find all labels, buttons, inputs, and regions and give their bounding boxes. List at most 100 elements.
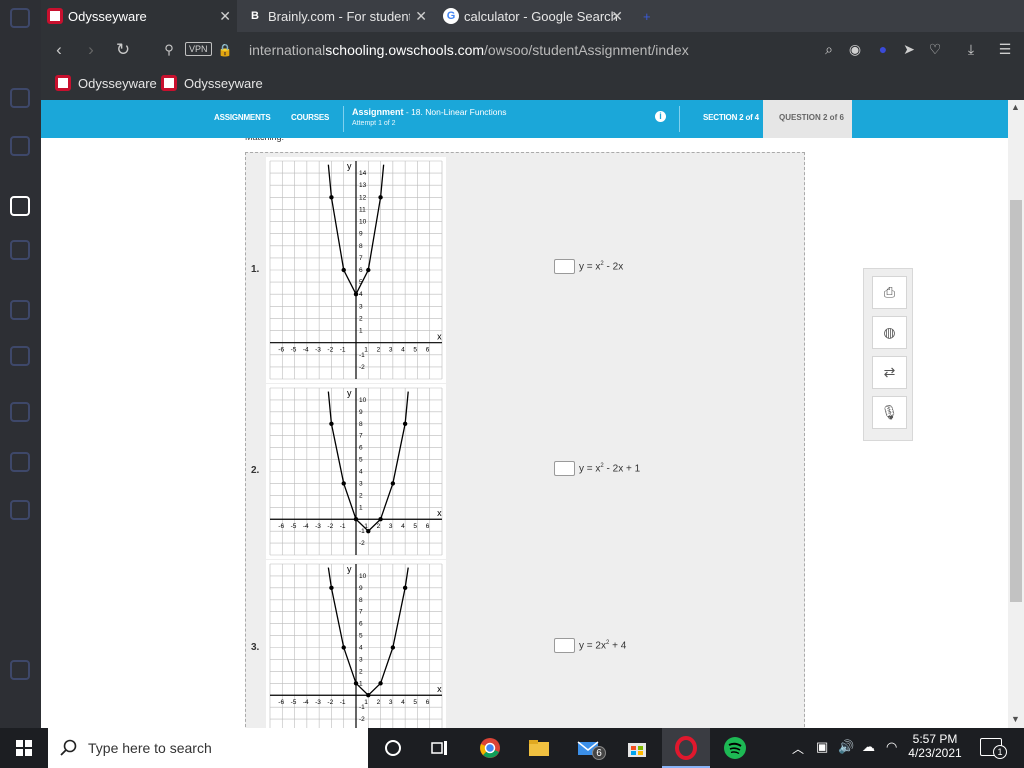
info-icon[interactable]: i (655, 111, 666, 122)
scroll-thumb[interactable] (1010, 200, 1022, 602)
y-tick-label: 9 (359, 409, 363, 416)
tab-odysseyware[interactable]: Odysseyware ✕ (41, 0, 237, 32)
player-icon[interactable] (10, 660, 30, 680)
answer-row-3: y = 2x2 + 4 (554, 638, 626, 653)
close-icon[interactable]: ✕ (415, 8, 427, 25)
assignments-link[interactable]: ASSIGNMENTS (214, 113, 271, 122)
page-scrollbar[interactable]: ▲ ▼ (1008, 100, 1024, 728)
browser-sidebar (0, 0, 41, 728)
onedrive-icon[interactable]: ☁ (862, 739, 875, 755)
answer-input[interactable] (554, 259, 575, 274)
close-icon[interactable]: ✕ (219, 8, 231, 25)
data-point (353, 292, 359, 297)
eq-rest: - 2x (603, 261, 624, 273)
x-tick-label: -5 (291, 523, 297, 530)
brainly-icon: B (251, 10, 259, 22)
opera-taskbar-button[interactable] (662, 728, 710, 768)
x-tick-label: -6 (278, 699, 284, 706)
cortana-icon[interactable] (381, 736, 405, 760)
settings-icon[interactable] (10, 500, 30, 520)
send-icon[interactable] (10, 346, 30, 366)
taskbar-search[interactable]: Type here to search (48, 728, 368, 768)
page-content: Matching: 1. xy-6-5-4-3-2-11234561413121… (41, 100, 1008, 728)
whatsapp-icon[interactable] (10, 300, 30, 320)
vpn-badge[interactable]: VPN (185, 42, 212, 56)
history-icon[interactable] (10, 402, 30, 422)
windows-taskbar: Type here to search 6 ︿ ▣ 🔊 ☁ ◠ 5:57 PM … (0, 728, 1024, 768)
easy-setup-icon[interactable]: ☰ (997, 41, 1013, 57)
bookmark-odysseyware[interactable]: Odysseyware (55, 75, 157, 91)
reload-icon[interactable]: ↻ (113, 40, 133, 60)
answer-input[interactable] (554, 638, 575, 653)
store-icon[interactable] (625, 736, 649, 760)
y-tick-label: 2 (359, 492, 363, 499)
snapshot-icon[interactable]: ◉ (847, 41, 863, 57)
wifi-icon[interactable]: ◠ (886, 739, 897, 755)
search-icon[interactable]: ⚲ (159, 40, 179, 60)
url-field[interactable]: internationalschooling.owschools.com/ows… (249, 42, 689, 58)
print-button[interactable]: ⎙ (872, 276, 907, 309)
scroll-up-icon[interactable]: ▲ (1011, 102, 1020, 112)
nav-divider (679, 106, 680, 132)
lock-icon[interactable]: 🔒 (215, 40, 235, 60)
x-tick-label: 2 (377, 347, 381, 354)
y-axis-label: y (347, 388, 352, 398)
globe-icon: ◍ (883, 324, 896, 340)
notification-center-icon[interactable]: 1 (980, 738, 1007, 759)
microphone-button[interactable]: 🎙 (872, 396, 907, 429)
heart-icon[interactable]: ♡ (927, 41, 943, 57)
section-label[interactable]: SECTION 2 of 4 (703, 113, 759, 122)
volume-icon[interactable]: 🔊 (838, 739, 854, 755)
network-adapter-icon[interactable]: ▣ (816, 739, 828, 755)
workspaces-icon[interactable] (10, 136, 30, 156)
home-icon[interactable] (10, 196, 30, 216)
translate-button[interactable]: ⇄ (872, 356, 907, 389)
start-button[interactable] (0, 728, 48, 768)
data-point (402, 421, 408, 426)
microphone-icon: 🎙 (880, 404, 899, 420)
opera-icon (675, 736, 697, 760)
messenger-icon[interactable] (10, 240, 30, 260)
spotify-icon[interactable] (723, 736, 747, 760)
y-tick-label: 4 (359, 291, 363, 298)
question-tab[interactable]: QUESTION 2 of 6 (763, 100, 852, 138)
chrome-icon[interactable] (478, 736, 502, 760)
x-tick-label: 3 (389, 523, 393, 530)
page-search-icon[interactable]: ⌕ (821, 41, 837, 57)
globe-button[interactable]: ◍ (872, 316, 907, 349)
tab-brainly[interactable]: B Brainly.com - For students. ✕ (241, 0, 433, 32)
x-tick-label: -2 (327, 523, 333, 530)
forward-icon[interactable]: › (81, 40, 101, 60)
y-tick-label: 10 (359, 573, 367, 580)
file-explorer-icon[interactable] (527, 736, 551, 760)
wallet-icon[interactable]: ● (875, 41, 891, 57)
send-icon[interactable]: ➤ (901, 41, 917, 57)
equation-label: y = x2 - 2x + 1 (579, 463, 640, 474)
courses-link[interactable]: COURSES (291, 113, 329, 122)
y-tick-label: 12 (359, 194, 367, 201)
chevron-up-icon[interactable]: ︿ (792, 740, 804, 757)
opera-logo-icon[interactable] (10, 8, 30, 28)
extensions-icon[interactable] (10, 452, 30, 472)
speed-dial-icon[interactable] (10, 88, 30, 108)
bookmark-odysseyware[interactable]: Odysseyware (161, 75, 263, 91)
mail-app[interactable]: 6 (576, 736, 606, 760)
x-tick-label: -1 (340, 347, 346, 354)
back-icon[interactable]: ‹ (49, 40, 69, 60)
answer-input[interactable] (554, 461, 575, 476)
tab-google[interactable]: G calculator - Google Search ✕ (437, 0, 629, 32)
close-icon[interactable]: ✕ (611, 8, 623, 25)
download-icon[interactable]: ⤓ (963, 41, 979, 57)
x-tick-label: 3 (389, 699, 393, 706)
x-tick-label: -1 (340, 523, 346, 530)
y-tick-label: 8 (359, 597, 363, 604)
x-tick-label: -2 (327, 699, 333, 706)
task-view-icon[interactable] (428, 736, 452, 760)
y-tick-label: -1 (359, 352, 365, 359)
data-point (353, 681, 359, 686)
scroll-down-icon[interactable]: ▼ (1011, 714, 1020, 724)
y-tick-label: 14 (359, 170, 367, 177)
clock[interactable]: 5:57 PM 4/23/2021 (904, 732, 966, 760)
new-tab-button[interactable]: + (637, 0, 657, 32)
notification-badge: 1 (993, 745, 1007, 759)
